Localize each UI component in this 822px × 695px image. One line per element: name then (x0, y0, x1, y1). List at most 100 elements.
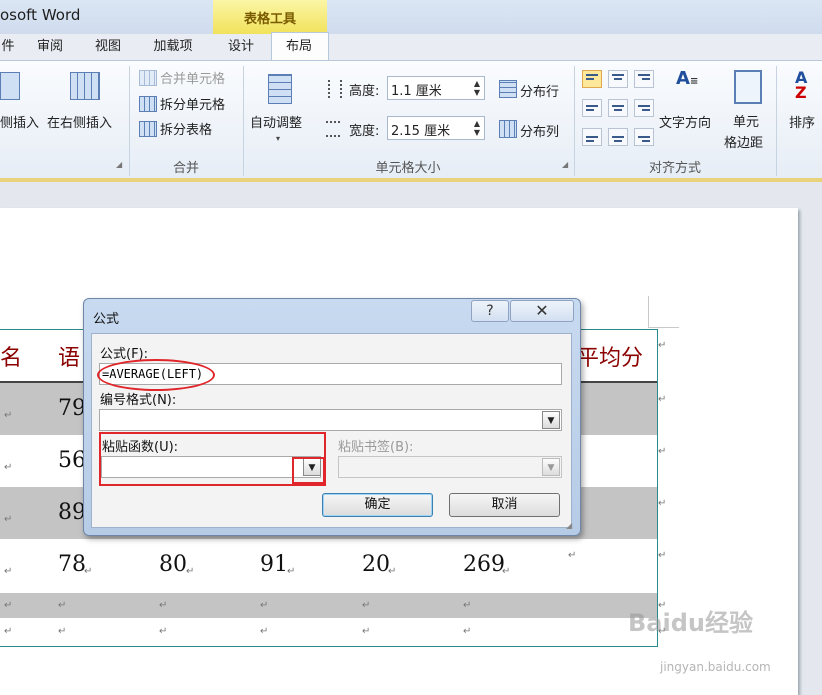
distribute-rows-icon[interactable] (499, 80, 517, 98)
insert-left-icon[interactable] (0, 72, 20, 100)
annotation-rectangle-small (292, 457, 325, 484)
number-format-label: 编号格式(N): (100, 393, 177, 408)
width-spinbox[interactable]: 2.15 厘米 ▲ ▼ (387, 116, 485, 140)
align-bottom-center-button[interactable] (608, 128, 628, 146)
insert-right-button[interactable]: 在右侧插入 (47, 112, 112, 131)
spin-arrows-icon[interactable]: ▲ ▼ (472, 119, 482, 137)
merge-cells-icon (139, 70, 157, 86)
paste-bookmark-select[interactable] (338, 456, 562, 478)
cell-margins-icon[interactable] (734, 70, 762, 104)
cell-end-mark: ↵ (186, 566, 195, 577)
dialog-launcher-icon[interactable]: ◢ (562, 160, 568, 169)
align-bottom-left-button[interactable] (582, 128, 602, 146)
cell-end-mark: ↵ (4, 600, 13, 611)
align-bottom-right-button[interactable] (634, 128, 654, 146)
tab-file-partial[interactable]: 件 (0, 34, 16, 60)
cell-end-mark: ↵ (463, 626, 472, 637)
close-button[interactable]: ✕ (510, 300, 574, 322)
autofit-button[interactable]: 自动调整 (250, 112, 302, 131)
cell-end-mark: ↵ (463, 600, 472, 611)
align-top-right-button[interactable] (634, 70, 654, 88)
cell-end-mark: ↵ (4, 410, 13, 421)
cell-end-mark: ↵ (4, 566, 13, 577)
sort-icon[interactable]: AZ (795, 70, 807, 101)
text-direction-button[interactable]: 文字方向 (659, 112, 711, 131)
cell-end-mark: ↵ (388, 566, 397, 577)
cell-size-group-label: 单元格大小 (375, 161, 441, 176)
tab-view[interactable]: 视图 (86, 34, 130, 60)
tab-addins[interactable]: 加载项 (142, 34, 204, 60)
ok-button[interactable]: 确定 (322, 493, 433, 517)
cell-end-mark: ↵ (260, 600, 269, 611)
window-title: osoft Word (0, 6, 81, 24)
cell-end-mark: ↵ (4, 462, 13, 473)
watermark-url: jingyan.baidu.com (660, 660, 771, 674)
column-width-icon (326, 121, 340, 137)
cell-end-mark: ↵ (4, 514, 13, 525)
cell-end-mark: ↵ (4, 626, 13, 637)
number-format-select[interactable] (99, 409, 562, 431)
cell-end-mark: ↵ (362, 600, 371, 611)
cell-end-mark: ↵ (362, 626, 371, 637)
cell-end-mark: ↵ (502, 566, 511, 577)
width-label: 宽度: (349, 124, 380, 139)
chevron-down-icon[interactable]: ▼ (542, 458, 560, 476)
align-top-center-button[interactable] (608, 70, 628, 88)
group-separator (574, 66, 575, 176)
tab-layout[interactable]: 布局 (271, 34, 327, 60)
split-table-icon (139, 121, 157, 137)
cell-end-mark: ↵ (287, 566, 296, 577)
align-middle-center-button[interactable] (608, 99, 628, 117)
title-bar (0, 0, 822, 34)
resize-grip-icon[interactable]: ◢ (566, 521, 572, 530)
cell-end-mark: ↵ (568, 550, 577, 561)
cell-margins-label-1[interactable]: 单元 (733, 111, 759, 130)
cell-end-mark: ↵ (58, 626, 67, 637)
tab-review[interactable]: 审阅 (28, 34, 72, 60)
cell-end-mark: ↵ (159, 626, 168, 637)
cell-end-mark: ↵ (658, 498, 667, 509)
watermark-logo: Baidu经验 (628, 609, 753, 637)
cell-end-mark: ↵ (658, 394, 667, 405)
text-direction-icon[interactable]: A≡ (676, 70, 706, 100)
insert-right-icon[interactable] (70, 72, 100, 100)
cell-end-mark: ↵ (58, 600, 67, 611)
alignment-group-label: 对齐方式 (648, 161, 701, 176)
sort-button[interactable]: 排序 (789, 112, 815, 131)
merge-cells-button[interactable]: 合并单元格 (160, 68, 225, 87)
align-top-left-button[interactable] (582, 70, 602, 88)
dialog-launcher-icon[interactable]: ◢ (116, 160, 122, 169)
align-middle-left-button[interactable] (582, 99, 602, 117)
height-spinbox[interactable]: 1.1 厘米 ▲ ▼ (387, 76, 485, 100)
row-height-icon (328, 80, 342, 98)
table-tools-label: 表格工具 (243, 12, 296, 27)
annotation-ellipse (97, 359, 215, 391)
autofit-icon[interactable] (268, 74, 292, 104)
margin-corner-mark (648, 296, 679, 328)
align-middle-right-button[interactable] (634, 99, 654, 117)
cell-margins-label-2[interactable]: 格边距 (724, 132, 763, 151)
cell-end-mark: ↵ (658, 446, 667, 457)
distribute-columns-icon[interactable] (499, 120, 517, 138)
cell-end-mark: ↵ (159, 600, 168, 611)
dialog-title: 公式 (93, 312, 120, 327)
height-label: 高度: (349, 84, 380, 99)
insert-left-button[interactable]: 侧插入 (0, 112, 39, 131)
cancel-button[interactable]: 取消 (449, 493, 560, 517)
distribute-rows-button[interactable]: 分布行 (520, 81, 559, 100)
chevron-down-icon[interactable]: ▼ (542, 411, 560, 429)
cell-end-mark: ↵ (658, 550, 667, 561)
split-cells-icon (139, 96, 157, 112)
group-separator (776, 66, 777, 176)
spin-arrows-icon[interactable]: ▲ ▼ (472, 79, 482, 97)
split-cells-button[interactable]: 拆分单元格 (160, 94, 225, 113)
split-table-button[interactable]: 拆分表格 (160, 119, 212, 138)
chevron-down-icon[interactable]: ▾ (276, 134, 280, 143)
distribute-columns-button[interactable]: 分布列 (520, 121, 559, 140)
width-value[interactable]: 2.15 厘米 (391, 120, 450, 139)
merge-group-label: 合并 (172, 161, 199, 176)
tab-design[interactable]: 设计 (218, 34, 264, 60)
cell-end-mark: ↵ (84, 566, 93, 577)
help-button[interactable]: ? (471, 300, 509, 322)
height-value[interactable]: 1.1 厘米 (391, 80, 442, 99)
